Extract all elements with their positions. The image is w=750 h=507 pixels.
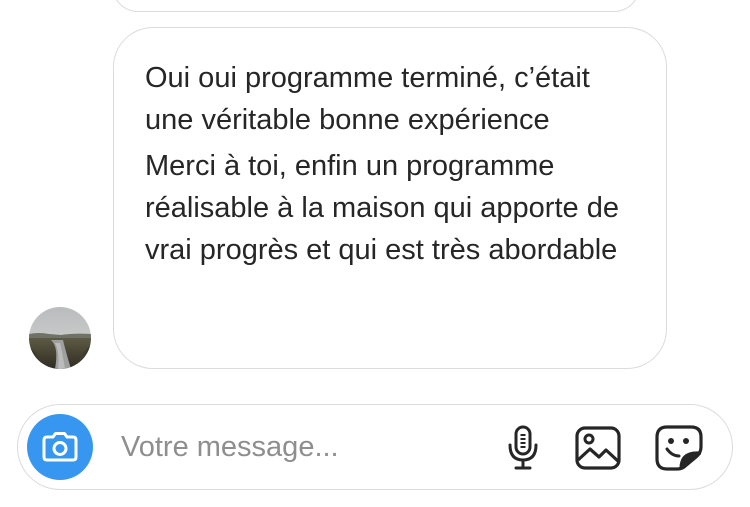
chat-screen: Oui oui programme terminé, c’était une v… bbox=[0, 0, 750, 507]
sticker-icon bbox=[655, 425, 703, 471]
message-composer bbox=[17, 404, 733, 490]
previous-message-bubble bbox=[112, 0, 640, 12]
message-input[interactable] bbox=[121, 423, 481, 471]
camera-button[interactable] bbox=[27, 414, 93, 480]
received-message-bubble[interactable]: Oui oui programme terminé, c’était une v… bbox=[113, 27, 667, 369]
gallery-button[interactable] bbox=[573, 423, 623, 473]
message-text-2: Merci à toi, enfin un programme réalisab… bbox=[145, 150, 619, 266]
camera-icon bbox=[42, 432, 78, 462]
image-gallery-icon bbox=[575, 426, 621, 470]
voice-message-button[interactable] bbox=[498, 423, 548, 473]
sender-avatar[interactable] bbox=[29, 307, 91, 369]
microphone-icon bbox=[508, 425, 538, 470]
message-text-1: Oui oui programme terminé, c’était une v… bbox=[145, 62, 590, 136]
landscape-photo-icon bbox=[29, 307, 91, 369]
sticker-button[interactable] bbox=[654, 423, 704, 473]
